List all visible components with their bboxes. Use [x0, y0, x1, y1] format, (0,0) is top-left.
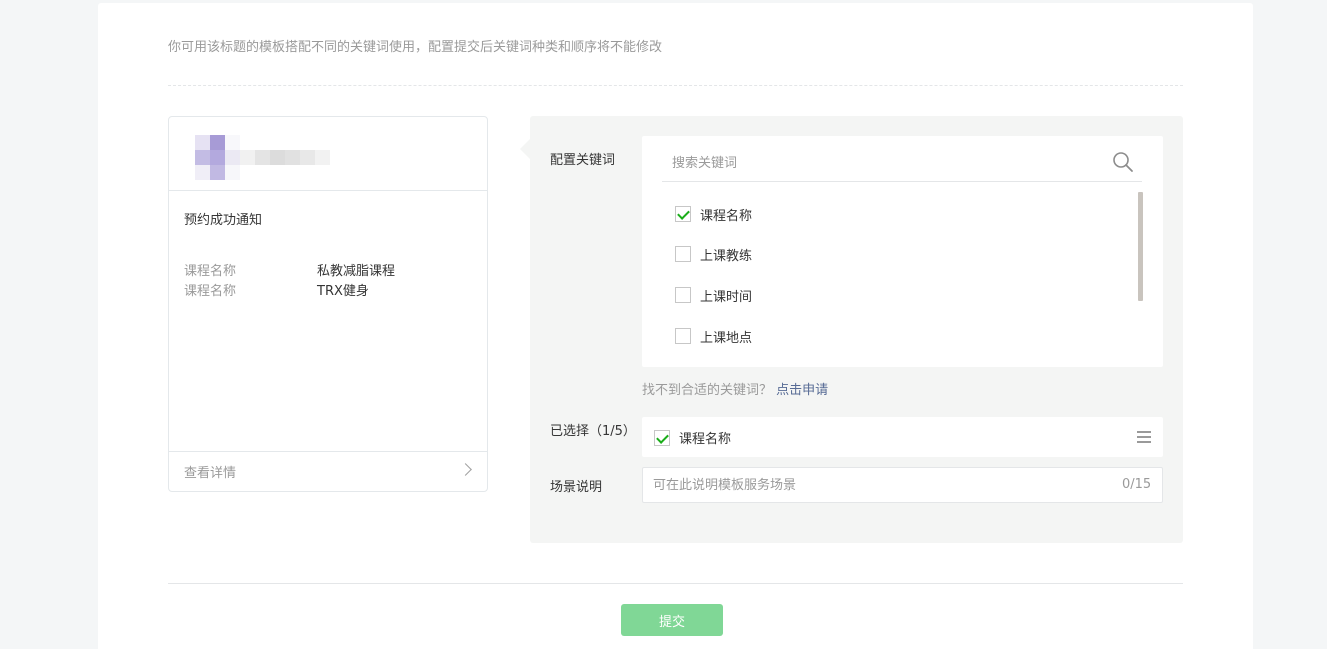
preview-field-row: 课程名称 私教减脂课程 — [184, 260, 395, 279]
keyword-search-input[interactable] — [662, 146, 1142, 182]
keyword-option[interactable]: 课程名称 — [675, 204, 752, 224]
keyword-option[interactable]: 上课地点 — [675, 326, 752, 346]
footer-divider — [168, 583, 1183, 584]
scene-label: 场景说明 — [550, 480, 603, 495]
scene-description-input[interactable] — [642, 467, 1163, 503]
scene-char-counter: 0/15 — [1122, 477, 1152, 492]
keyword-option[interactable]: 上课教练 — [675, 244, 752, 264]
selected-keywords-list: 课程名称 — [642, 417, 1163, 457]
checkbox-checked-icon[interactable] — [654, 429, 670, 446]
keyword-option[interactable]: 上课时间 — [675, 285, 752, 305]
checkbox-icon[interactable] — [675, 328, 691, 344]
keyword-option-label: 上课教练 — [700, 248, 753, 264]
search-icon[interactable] — [1112, 151, 1134, 173]
dashed-divider — [168, 85, 1183, 86]
apply-keyword-link[interactable]: 点击申请 — [776, 383, 828, 398]
submit-button[interactable]: 提交 — [621, 604, 723, 636]
field-key: 课程名称 — [184, 264, 237, 279]
notice-text: 你可用该标题的模板搭配不同的关键词使用，配置提交后关键词种类和顺序将不能修改 — [168, 40, 663, 55]
keyword-option-label: 上课地点 — [700, 330, 753, 346]
view-details-row[interactable]: 查看详情 — [169, 451, 487, 491]
keyword-picker: 课程名称 上课教练 上课时间 上课地点 — [642, 136, 1163, 367]
selected-count-label: 已选择（1/5） — [550, 424, 636, 439]
keywords-label: 配置关键词 — [550, 153, 616, 168]
template-preview-card: 预约成功通知 课程名称 私教减脂课程 课程名称 TRX健身 查看详情 — [168, 116, 488, 492]
preview-header — [169, 117, 487, 191]
keyword-hint-text: 找不到合适的关键词？ — [642, 383, 773, 398]
panel-pointer-arrow — [520, 139, 530, 159]
selected-keyword-item[interactable]: 课程名称 — [654, 428, 731, 447]
keyword-list-scrollbar[interactable] — [1138, 192, 1143, 301]
selected-keyword-label: 课程名称 — [679, 432, 732, 447]
view-details-label: 查看详情 — [184, 466, 237, 481]
keyword-option-label: 上课时间 — [700, 289, 753, 305]
checkbox-icon[interactable] — [675, 246, 691, 262]
drag-handle-icon[interactable] — [1137, 431, 1151, 443]
field-value: 私教减脂课程 — [317, 264, 396, 279]
field-value: TRX健身 — [317, 284, 369, 299]
field-key: 课程名称 — [184, 284, 237, 299]
checkbox-icon[interactable] — [675, 287, 691, 303]
preview-field-row: 课程名称 TRX健身 — [184, 280, 369, 299]
keyword-option-label: 课程名称 — [700, 208, 753, 224]
checkbox-checked-icon[interactable] — [675, 206, 691, 222]
keyword-hint: 找不到合适的关键词？ 点击申请 — [642, 379, 828, 398]
template-title: 预约成功通知 — [184, 213, 263, 228]
chevron-right-icon — [459, 463, 472, 476]
